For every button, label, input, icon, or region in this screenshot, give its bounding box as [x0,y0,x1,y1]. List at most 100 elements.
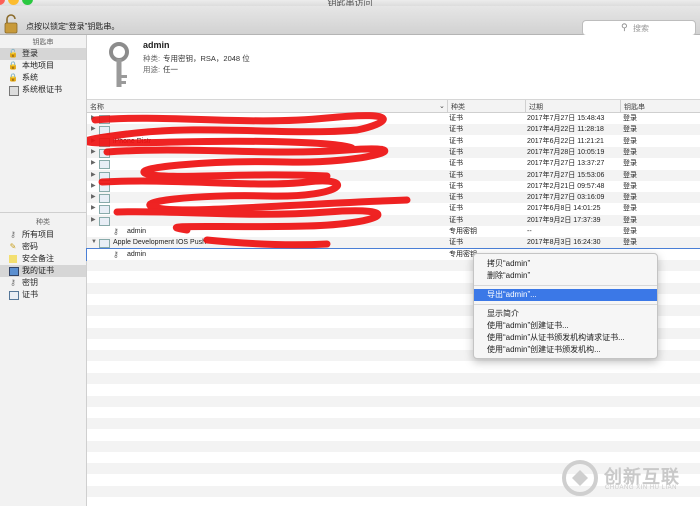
search-placeholder: 搜索 [633,24,649,33]
certificate-icon [99,148,110,158]
menu-item-create-ca[interactable]: 使用“admin”创建证书颁发机构... [474,344,657,356]
empty-row [87,440,700,452]
cell-kind: 证书 [449,171,463,179]
cell-expires: 2017年8月3日 16:24:30 [527,239,601,247]
empty-row [87,395,700,407]
column-header-name[interactable]: 名称 [90,102,104,112]
table-row[interactable]: ⚷ admin 专用密钥 -- 登录 [87,226,700,237]
lock-icon: 🔒 [8,73,18,82]
disclosure-triangle-icon[interactable]: ▶ [91,215,96,226]
item-use-value: 任一 [163,65,178,74]
sidebar-item-my-certificates[interactable]: 我的证书 [0,265,86,277]
disclosure-triangle-icon[interactable]: ▶ [91,147,96,158]
sidebar-item-label: 所有项目 [22,230,54,239]
menu-item-copy[interactable]: 拷贝“admin” [474,258,657,270]
sidebar-item-label: 登录 [22,49,38,58]
cell-name: Apple Development IOS Push [113,239,206,247]
cell-keychain: 登录 [623,205,637,213]
sort-chevron-icon[interactable]: ⌄ [439,102,445,110]
disclosure-triangle-icon[interactable]: ▶ [91,124,96,135]
cell-expires: 2017年9月2日 17:37:39 [527,216,601,224]
table-row[interactable]: ▶ 证书 2017年9月2日 17:37:39 登录 [87,214,700,226]
sidebar-item-login[interactable]: 🔓 登录 [0,48,86,60]
column-header-expires[interactable]: 过期 [529,102,543,112]
disclosure-triangle-icon[interactable]: ▶ [91,170,96,181]
sidebar-item-label: 证书 [22,290,38,299]
table-row[interactable]: ▶ 证书 2017年7月27日 15:53:06 登录 [87,169,700,181]
disclosure-triangle-icon[interactable]: ▶ [91,113,96,124]
table-row[interactable]: ▶ iPhone Distr 证书 2017年6月22日 11:21:21 登录 [87,136,700,147]
search-icon: ⚲ [621,22,628,32]
certificate-icon [99,115,110,124]
table-row[interactable]: ▶ 证书 2017年7月27日 15:48:43 登录 [87,113,700,124]
cell-kind: 证书 [449,216,463,224]
search-field[interactable]: ⚲ 搜索 [582,20,696,36]
certificate-icon [9,291,19,300]
cell-name: admin [127,228,147,235]
certificate-icon [99,205,110,215]
item-name: admin [143,40,170,50]
column-header-kind[interactable]: 种类 [451,102,465,112]
watermark-logo: 创新互联 CHUANG XIN HU LIAN [560,458,700,498]
table-row[interactable]: ▼ Apple Development IOS Push 证书 2017年8月3日 1… [87,237,700,249]
cell-expires: 2017年7月27日 13:37:27 [527,160,605,168]
table-row[interactable]: ▶ 证书 2017年7月28日 10:05:19 登录 [87,146,700,158]
column-divider[interactable] [447,100,448,112]
certificate-icon [99,194,110,204]
cell-kind: 证书 [449,194,463,202]
table-row[interactable]: ▶ 证书 2017年2月21日 09:57:48 登录 [87,181,700,192]
sidebar-item-local-items[interactable]: 🔒 本地项目 [0,60,86,72]
table-row[interactable]: ▶ 证书 2017年7月27日 13:37:27 登录 [87,158,700,170]
table-row[interactable]: ▶ 证书 2017年6月8日 14:01:25 登录 [87,203,700,215]
sidebar-item-secure-notes[interactable]: 安全备注 [0,253,86,265]
key-icon: ⚷ [113,249,119,259]
column-divider[interactable] [620,100,621,112]
lock-open-icon[interactable] [4,14,18,34]
sidebar-item-label: 本地项目 [22,61,54,70]
menu-separator [474,285,657,286]
certificate-icon [99,182,110,192]
sidebar-item-system-roots[interactable]: 系统根证书 [0,84,86,96]
empty-row [87,497,700,508]
certificate-icon [99,216,110,226]
disclosure-triangle-icon[interactable]: ▶ [91,136,96,147]
pencil-icon: ✎ [9,242,17,251]
disclosure-triangle-icon[interactable]: ▶ [91,181,96,192]
table-row[interactable]: ▶ 证书 2017年7月27日 03:16:09 登录 [87,192,700,204]
cell-kind: 专用密钥 [449,228,477,235]
cell-expires: 2017年7月27日 15:53:06 [527,171,605,179]
cell-expires: 2017年7月27日 15:48:43 [527,115,605,122]
table-row[interactable]: ▶ 证书 2017年4月22日 11:28:18 登录 [87,124,700,136]
column-divider[interactable] [525,100,526,112]
menu-item-get-info[interactable]: 显示简介 [474,308,657,320]
menu-item-create-certificate[interactable]: 使用“admin”创建证书... [474,320,657,332]
disclosure-triangle-icon[interactable]: ▶ [91,158,96,169]
cell-keychain: 登录 [623,148,637,156]
sidebar-divider [0,212,86,213]
key-icon: ⚷ [113,227,119,236]
disclosure-triangle-icon[interactable]: ▶ [91,192,96,203]
disclosure-triangle-icon[interactable]: ▼ [91,237,97,248]
empty-row [87,361,700,373]
menu-separator [474,304,657,305]
sidebar-item-keys[interactable]: ⚷ 密钥 [0,277,86,289]
cell-keychain: 登录 [623,160,637,168]
menu-item-request-certificate[interactable]: 使用“admin”从证书颁发机构请求证书... [474,332,657,344]
cell-keychain: 登录 [623,194,637,202]
cell-expires: -- [527,228,532,235]
categories-header: 种类 [36,219,50,226]
sidebar-item-certificates[interactable]: 证书 [0,289,86,301]
cell-keychain: 登录 [623,115,637,122]
empty-row [87,418,700,430]
disclosure-triangle-icon[interactable]: ▶ [91,203,96,214]
sidebar-item-all-items[interactable]: ⚷ 所有项目 [0,229,86,241]
menu-item-export[interactable]: 导出“admin”... [474,289,657,301]
column-header-keychain[interactable]: 钥匙串 [624,102,645,112]
cell-keychain: 登录 [623,239,637,247]
watermark-subtitle: CHUANG XIN HU LIAN [605,485,678,491]
sidebar-item-passwords[interactable]: ✎ 密码 [0,241,86,253]
menu-item-delete[interactable]: 删除“admin” [474,270,657,282]
toolbar: 点按以锁定“登录”钥匙串。 ⚲ 搜索 [0,6,700,36]
table-header: 名称 ⌄ 种类 过期 钥匙串 [87,100,700,113]
sidebar-item-system[interactable]: 🔒 系统 [0,72,86,84]
